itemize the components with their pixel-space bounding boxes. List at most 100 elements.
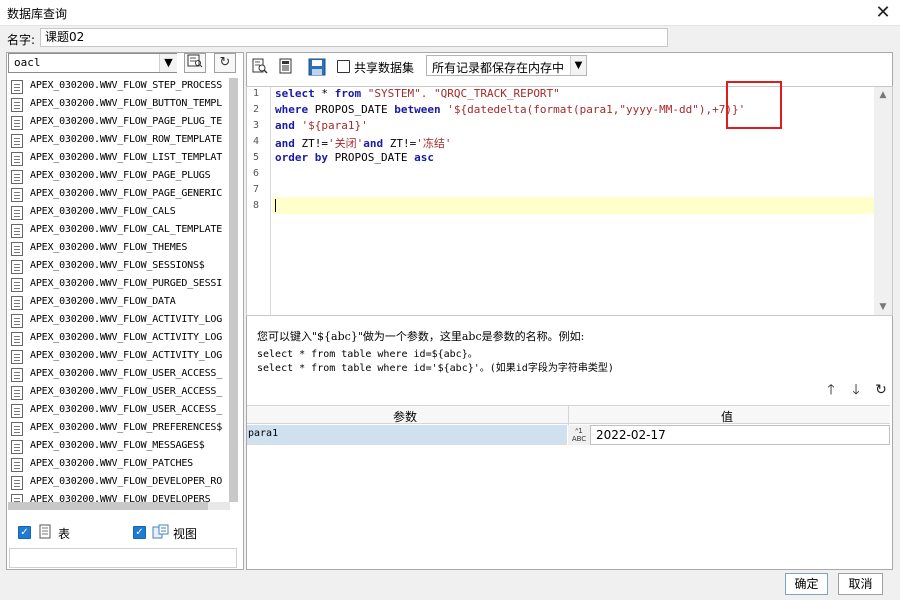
cancel-button[interactable]: 取消 <box>838 573 883 595</box>
type-label: ᴬ1 <box>575 427 583 435</box>
line-number: 5 <box>252 152 259 163</box>
refresh-tree-button[interactable]: ↻ <box>214 53 236 73</box>
list-item[interactable]: APEX_030200.WWV_FLOW_LIST_TEMPLAT <box>8 150 230 168</box>
refresh-params-button[interactable]: ↻ <box>872 381 890 399</box>
param-value-input[interactable]: 2022-02-17 <box>590 425 890 445</box>
list-item[interactable]: APEX_030200.WWV_FLOW_CALS <box>8 204 230 222</box>
line-number: 6 <box>252 168 259 179</box>
list-item[interactable]: APEX_030200.WWV_FLOW_USER_ACCESS_ <box>8 366 230 384</box>
share-dataset-checkbox[interactable] <box>337 60 350 73</box>
table-icon <box>11 170 23 184</box>
list-item-label: APEX_030200.WWV_FLOW_ACTIVITY_LOG <box>30 332 223 343</box>
table-filter-checkbox[interactable]: ✓ <box>18 526 31 539</box>
param-name-cell[interactable]: para1 <box>247 425 567 445</box>
move-up-button[interactable]: 🡑 <box>822 381 840 399</box>
chevron-down-icon[interactable]: ▼ <box>570 56 586 75</box>
preview-icon <box>252 58 268 74</box>
list-item-label: APEX_030200.WWV_FLOW_USER_ACCESS_ <box>30 404 223 415</box>
table-icon <box>11 224 23 238</box>
editor-vertical-scrollbar[interactable]: ▲ ▼ <box>874 87 892 315</box>
list-item[interactable]: APEX_030200.WWV_FLOW_THEMES <box>8 240 230 258</box>
keyword: where <box>275 103 309 116</box>
list-item-label: APEX_030200.WWV_FLOW_CALS <box>30 206 176 217</box>
share-dataset-label: 共享数据集 <box>354 61 415 75</box>
name-input[interactable]: 课题02 <box>40 28 668 47</box>
scrollbar-thumb[interactable] <box>229 78 238 502</box>
list-item-label: APEX_030200.WWV_FLOW_CAL_TEMPLATE <box>30 224 223 235</box>
table-icon <box>11 116 23 130</box>
view-filter-checkbox[interactable]: ✓ <box>133 526 146 539</box>
list-item[interactable]: APEX_030200.WWV_FLOW_MESSAGES$ <box>8 438 230 456</box>
view-icon <box>152 524 169 539</box>
tree-vertical-scrollbar[interactable] <box>229 78 238 502</box>
tree-horizontal-scrollbar[interactable] <box>8 502 230 510</box>
list-item[interactable]: APEX_030200.WWV_FLOW_PAGE_PLUGS <box>8 168 230 186</box>
list-item[interactable]: APEX_030200.WWV_FLOW_PATCHES <box>8 456 230 474</box>
list-item[interactable]: APEX_030200.WWV_FLOW_PAGE_GENERIC <box>8 186 230 204</box>
column-divider[interactable] <box>568 406 569 425</box>
datasource-select[interactable]: oacl ▼ <box>8 53 177 73</box>
scrollbar-thumb[interactable] <box>8 502 208 510</box>
list-item[interactable]: APEX_030200.WWV_FLOW_BUTTON_TEMPL <box>8 96 230 114</box>
table-icon <box>11 368 23 382</box>
save-query-button[interactable] <box>308 58 326 76</box>
table-search-input[interactable] <box>9 548 237 568</box>
table-icon <box>11 98 23 112</box>
line-number: 8 <box>252 200 259 211</box>
list-item[interactable]: APEX_030200.WWV_FLOW_ROW_TEMPLATE <box>8 132 230 150</box>
table-filter-label: 表 <box>58 527 71 541</box>
list-item[interactable]: APEX_030200.WWV_FLOW_PAGE_PLUG_TE <box>8 114 230 132</box>
keyword: from <box>334 87 362 100</box>
table-icon <box>11 188 23 202</box>
keyword: between <box>394 103 441 116</box>
move-down-button[interactable]: 🡓 <box>847 381 865 399</box>
help-text-line-1: 您可以键入"${abc}"做为一个参数，这里abc是参数的名称。例如: <box>257 330 585 343</box>
scroll-down-icon[interactable]: ▼ <box>874 299 892 315</box>
code-line-3: and '${para1}' <box>275 119 368 132</box>
list-item[interactable]: APEX_030200.WWV_FLOW_PREFERENCES$ <box>8 420 230 438</box>
list-item[interactable]: APEX_030200.WWV_FLOW_SESSIONS$ <box>8 258 230 276</box>
list-item[interactable]: APEX_030200.WWV_FLOW_DATA <box>8 294 230 312</box>
code-text: PROPOS_DATE <box>308 103 395 116</box>
list-item[interactable]: APEX_030200.WWV_FLOW_USER_ACCESS_ <box>8 402 230 420</box>
code-line-1: select * from "SYSTEM". "QRQC_TRACK_REPO… <box>275 87 560 100</box>
list-item-label: APEX_030200.WWV_FLOW_SESSIONS$ <box>30 260 205 271</box>
list-item-label: APEX_030200.WWV_FLOW_DEVELOPERS <box>30 494 211 502</box>
table-tree[interactable]: APEX_030200.WWV_FLOW_STEP_PROCESS APEX_03… <box>8 78 230 502</box>
keyword: select <box>275 87 315 100</box>
table-row[interactable]: para1 ᴬ1 ABC 2022-02-17 <box>247 425 890 445</box>
close-icon[interactable]: ✕ <box>872 2 894 24</box>
line-number: 1 <box>252 88 259 99</box>
list-item-label: APEX_030200.WWV_FLOW_PAGE_PLUG_TE <box>30 116 223 127</box>
sql-editor-button[interactable] <box>278 58 294 74</box>
list-item[interactable]: APEX_030200.WWV_FLOW_USER_ACCESS_ <box>8 384 230 402</box>
param-type-icon[interactable]: ᴬ1 ABC <box>568 425 590 445</box>
table-icon <box>11 242 23 256</box>
param-name: para1 <box>248 428 279 439</box>
storage-mode-select[interactable]: 所有记录都保存在内存中 ▼ <box>426 55 587 76</box>
title-bar: 数据库查询 ✕ <box>0 0 900 26</box>
chevron-down-icon[interactable]: ▼ <box>159 54 177 72</box>
table-icon <box>11 314 23 328</box>
keyword: asc <box>414 151 434 164</box>
list-item[interactable]: APEX_030200.WWV_FLOW_ACTIVITY_LOG <box>8 330 230 348</box>
list-item[interactable]: APEX_030200.WWV_FLOW_ACTIVITY_LOG <box>8 312 230 330</box>
list-item-label: APEX_030200.WWV_FLOW_PURGED_SESSI <box>30 278 223 289</box>
string-literal: '${para1}' <box>301 119 368 132</box>
preview-table-button[interactable] <box>184 53 206 73</box>
scroll-up-icon[interactable]: ▲ <box>874 87 892 103</box>
ok-button[interactable]: 确定 <box>785 573 828 595</box>
list-item[interactable]: APEX_030200.WWV_FLOW_STEP_PROCESS <box>8 78 230 96</box>
table-icon <box>11 350 23 364</box>
line-number: 2 <box>252 104 259 115</box>
keyword: by <box>314 151 328 164</box>
line-number-gutter: 1 2 3 4 5 6 7 8 <box>247 87 271 315</box>
list-item[interactable]: APEX_030200.WWV_FLOW_CAL_TEMPLATE <box>8 222 230 240</box>
list-item[interactable]: APEX_030200.WWV_FLOW_DEVELOPER_RO <box>8 474 230 492</box>
list-item[interactable]: APEX_030200.WWV_FLOW_PURGED_SESSI <box>8 276 230 294</box>
list-item[interactable]: APEX_030200.WWV_FLOW_DEVELOPERS <box>8 492 230 502</box>
list-item-label: APEX_030200.WWV_FLOW_THEMES <box>30 242 188 253</box>
preview-query-button[interactable] <box>252 58 268 74</box>
list-item[interactable]: APEX_030200.WWV_FLOW_ACTIVITY_LOG <box>8 348 230 366</box>
